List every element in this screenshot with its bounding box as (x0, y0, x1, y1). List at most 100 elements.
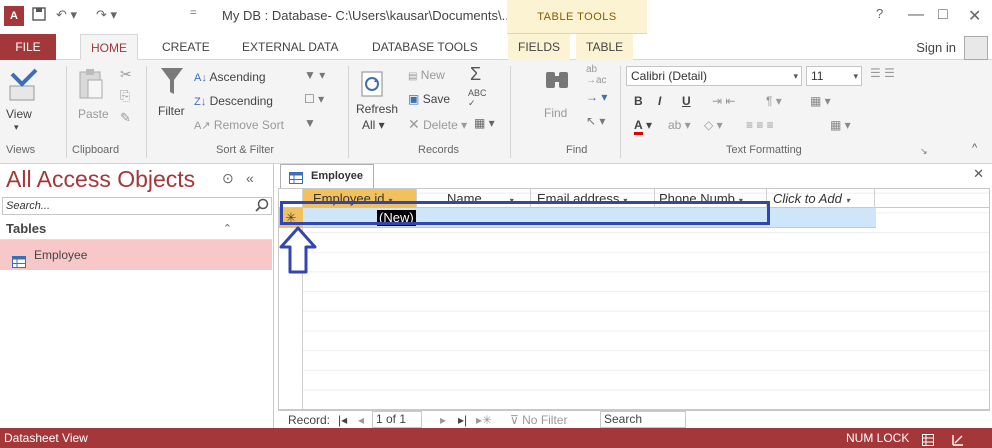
go-to-icon[interactable]: → ▾ (586, 90, 607, 104)
design-view-icon[interactable] (952, 432, 964, 448)
record-search-input[interactable]: Search (600, 411, 686, 428)
tab-create[interactable]: CREATE (152, 34, 220, 60)
sort-filter-group-label: Sort & Filter (216, 144, 275, 156)
close-document-icon[interactable]: ✕ (973, 166, 984, 182)
undo-icon[interactable]: ↶ ▾ (56, 7, 77, 23)
cut-icon[interactable]: ✂ (120, 66, 132, 83)
title-bar: A ↶ ▾ ↷ ▾ = My DB : Database- C:\Users\k… (0, 0, 992, 34)
avatar[interactable] (964, 36, 988, 60)
refresh-icon[interactable] (360, 70, 384, 101)
refresh-all-button[interactable]: Refresh (356, 102, 398, 116)
refresh-all-dropdown[interactable]: All ▾ (362, 118, 385, 132)
tab-file[interactable]: FILE (0, 34, 56, 60)
nav-item-employee[interactable]: Employee (0, 240, 272, 270)
close-button[interactable]: ✕ (968, 6, 981, 26)
totals-icon[interactable]: Σ (470, 64, 481, 85)
help-icon[interactable]: ? (876, 6, 883, 21)
advanced-filter-icon[interactable]: ☐ ▾ (304, 92, 324, 106)
chevron-down-icon[interactable]: ▾ (846, 196, 850, 205)
chevron-down-icon: ▾ (793, 71, 798, 81)
font-color-button[interactable]: A ▾ (634, 118, 652, 135)
paste-icon[interactable] (78, 68, 104, 103)
dialog-launcher-icon[interactable]: ↘ (920, 146, 928, 157)
find-icon[interactable] (544, 66, 570, 93)
nav-menu-icon[interactable]: ⊙ (222, 170, 234, 187)
last-record-button[interactable]: ▸| (458, 412, 467, 428)
view-dropdown-icon[interactable]: ▾ (14, 122, 19, 133)
remove-sort-button[interactable]: A↗ Remove Sort (194, 118, 284, 132)
sort-descending-button[interactable]: Z↓ Descending (194, 94, 273, 108)
delete-record-button[interactable]: ✕ Delete ▾ (408, 116, 467, 133)
view-button[interactable]: View (6, 107, 32, 121)
replace-icon[interactable]: ab →ac (586, 64, 607, 86)
status-view-name: Datasheet View (4, 431, 88, 445)
previous-record-button[interactable]: ◂ (358, 412, 364, 428)
select-icon[interactable]: ↖ ▾ (586, 114, 605, 128)
divider (348, 66, 349, 158)
filter-status[interactable]: ⊽ No Filter (510, 412, 567, 428)
find-button[interactable]: Find (544, 106, 567, 120)
view-icon[interactable] (8, 68, 38, 105)
font-size-select[interactable]: 11 ▾ (806, 66, 862, 86)
remove-sort-icon: A↗ (194, 120, 211, 132)
filter-icon[interactable] (160, 66, 184, 99)
first-record-button[interactable]: |◂ (338, 412, 347, 428)
paragraph-direction-icon[interactable]: ¶ ▾ (766, 94, 782, 108)
collapse-ribbon-icon[interactable]: ^ (972, 142, 977, 154)
gridlines-icon[interactable]: ▦ ▾ (810, 94, 831, 108)
bold-button[interactable]: B (634, 94, 643, 108)
copy-icon[interactable]: ⎘ (120, 88, 130, 104)
next-record-button[interactable]: ▸ (440, 412, 446, 428)
customize-toolbar-icon[interactable]: = (190, 7, 196, 19)
access-logo-icon[interactable]: A (4, 6, 24, 26)
table-tools-context-label: TABLE TOOLS (507, 0, 647, 34)
filter-button[interactable]: Filter (158, 104, 185, 118)
nav-group-tables[interactable]: Tables ⌃ (0, 218, 272, 240)
maximize-button[interactable]: □ (938, 6, 948, 24)
navigation-pane: All Access Objects ⊙ « Search... Tables … (0, 164, 274, 428)
tab-external-data[interactable]: EXTERNAL DATA (232, 34, 348, 60)
fill-color-icon[interactable]: ◇ ▾ (704, 118, 723, 132)
tab-home[interactable]: HOME (80, 34, 138, 60)
selection-filter-icon[interactable]: ▼ ▾ (304, 68, 325, 82)
shutter-bar-close-icon[interactable]: « (246, 170, 254, 186)
save-record-button[interactable]: ▣ Save (408, 92, 450, 106)
tab-fields[interactable]: FIELDS (508, 34, 571, 60)
spelling-icon[interactable]: ABC ✓ (468, 88, 487, 109)
divider (620, 66, 621, 158)
new-record-button[interactable]: ▤ New (408, 68, 445, 82)
current-record-input[interactable]: 1 of 1 (372, 411, 422, 428)
toggle-filter-icon[interactable]: ▼ (304, 116, 316, 130)
font-name-select[interactable]: Calibri (Detail) ▾ (626, 66, 802, 86)
format-painter-icon[interactable]: ✎ (120, 110, 131, 126)
tab-table[interactable]: TABLE (576, 34, 634, 60)
window-title: My DB : Database- C:\Users\kausar\Docume… (222, 8, 513, 23)
search-icon[interactable] (255, 198, 269, 217)
no-filter-icon: ⊽ (510, 413, 519, 427)
sign-in-link[interactable]: Sign in (916, 40, 956, 55)
alternate-row-color-icon[interactable]: ▦ ▾ (830, 118, 851, 132)
tab-database-tools[interactable]: DATABASE TOOLS (362, 34, 488, 60)
italic-button[interactable]: I (658, 94, 661, 108)
save-icon[interactable] (32, 7, 46, 24)
new-blank-record-button[interactable]: ▸✳ (476, 412, 492, 428)
indent-icon[interactable]: ⇥ ⇤ (712, 94, 735, 108)
divider (146, 66, 147, 158)
clipboard-group-label: Clipboard (72, 144, 120, 156)
column-header-click-to-add[interactable]: Click to Add ▾ (767, 189, 875, 208)
ribbon: View ▾ Views Paste ✂ ⎘ ✎ Clipboard Filte… (0, 60, 992, 164)
sort-ascending-button[interactable]: A↓ Ascending (194, 70, 266, 84)
search-input[interactable]: Search... (2, 197, 272, 215)
redo-icon[interactable]: ↷ ▾ (96, 7, 117, 23)
paste-button[interactable]: Paste (78, 107, 109, 121)
new-record-icon: ▤ (408, 71, 418, 82)
align-icon[interactable]: ≡ ≡ ≡ (746, 118, 774, 132)
underline-button[interactable]: U (682, 94, 691, 108)
highlight-color-icon[interactable]: ab ▾ (668, 118, 691, 132)
datasheet-view-icon[interactable] (922, 432, 934, 448)
tab-employee[interactable]: Employee (280, 164, 374, 188)
nav-pane-title[interactable]: All Access Objects (6, 166, 195, 193)
bullets-icon[interactable]: ☰ ☰ (870, 66, 895, 80)
minimize-button[interactable]: — (908, 6, 924, 24)
more-records-icon[interactable]: ▦ ▾ (474, 116, 495, 130)
